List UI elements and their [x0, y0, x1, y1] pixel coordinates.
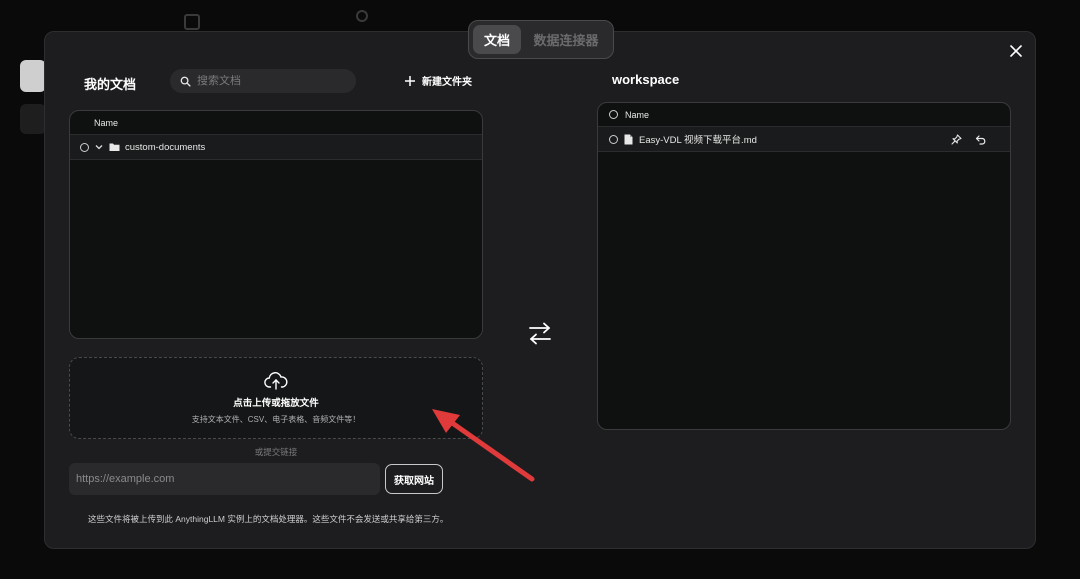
- upload-subtitle: 支持文本文件、CSV、电子表格、音频文件等！: [191, 415, 361, 424]
- new-folder-label: 新建文件夹: [422, 77, 472, 88]
- background-sidebar-button: [20, 60, 46, 92]
- pin-icon[interactable]: [951, 134, 962, 145]
- undo-icon[interactable]: [975, 134, 987, 145]
- background-icon: [356, 10, 368, 22]
- search-icon: [180, 76, 191, 87]
- select-all-checkbox[interactable]: [609, 110, 618, 119]
- tab-data-connectors[interactable]: 数据连接器: [525, 25, 607, 54]
- folder-row[interactable]: custom-documents: [70, 135, 482, 160]
- url-input[interactable]: [69, 463, 380, 495]
- workspace-panel: Name Easy-VDL 视频下载平台.md: [597, 102, 1011, 430]
- new-folder-button[interactable]: 新建文件夹: [404, 73, 472, 88]
- background-icon: [184, 14, 200, 30]
- name-column-header: Name: [94, 117, 119, 128]
- my-documents-title: 我的文档: [84, 77, 137, 92]
- folder-name: custom-documents: [125, 141, 206, 153]
- table-header: Name: [70, 111, 482, 135]
- tab-documents[interactable]: 文档: [473, 25, 521, 54]
- chevron-down-icon[interactable]: [94, 142, 104, 152]
- transfer-icon[interactable]: [527, 320, 553, 346]
- workspace-title: workspace: [612, 72, 680, 87]
- file-icon: [624, 134, 633, 144]
- annotation-arrow: [432, 409, 535, 482]
- file-name: Easy-VDL 视频下载平台.md: [639, 135, 757, 146]
- table-header: Name: [598, 103, 1010, 127]
- plus-icon: [405, 75, 415, 86]
- cloud-upload-icon: [264, 372, 288, 390]
- search-input[interactable]: [197, 75, 347, 87]
- document-search[interactable]: [170, 69, 356, 93]
- my-documents-panel: Name custom-documents: [69, 110, 483, 339]
- background-sidebar-item: [20, 104, 46, 134]
- row-checkbox[interactable]: [609, 134, 618, 144]
- tab-bar: 文档 数据连接器: [468, 20, 614, 59]
- privacy-disclaimer: 这些文件将被上传到此 AnythingLLM 实例上的文档处理器。这些文件不会发…: [88, 514, 449, 524]
- folder-icon: [109, 143, 120, 151]
- upload-title: 点击上传或拖放文件: [233, 398, 319, 409]
- row-checkbox[interactable]: [80, 142, 89, 152]
- name-column-header: Name: [625, 109, 650, 120]
- close-icon[interactable]: [1006, 41, 1026, 61]
- file-row[interactable]: Easy-VDL 视频下载平台.md: [598, 127, 1010, 152]
